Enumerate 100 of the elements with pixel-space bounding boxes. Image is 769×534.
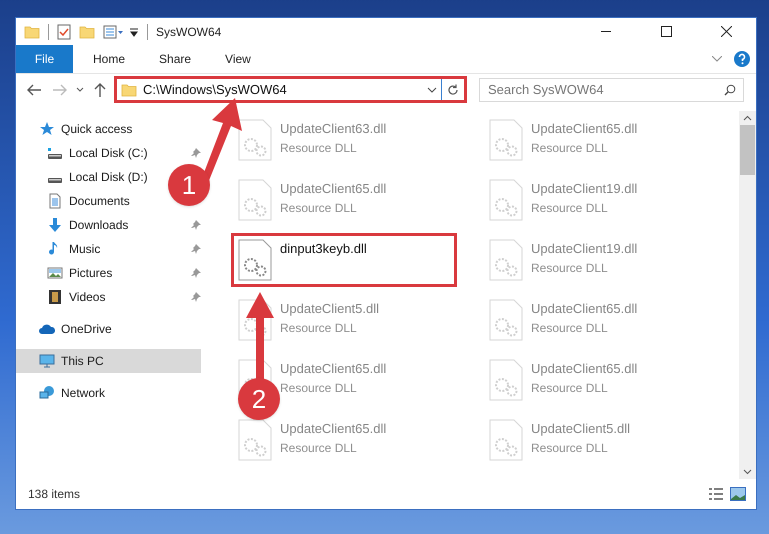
sidebar-item[interactable]: Quick access	[16, 117, 136, 141]
file-name[interactable]: UpdateClient63.dll	[280, 119, 386, 138]
large-icons-view-icon[interactable]	[730, 487, 746, 501]
pin-icon[interactable]	[191, 268, 201, 278]
address-bar[interactable]: C:\Windows\SysWOW64	[114, 76, 467, 103]
gear-file-icon	[489, 359, 523, 401]
sidebar-item[interactable]: Local Disk (C:)	[16, 141, 152, 165]
file-item[interactable]: dinput3keyb.dll	[231, 233, 457, 287]
film-strip-icon	[47, 289, 63, 305]
file-name[interactable]: UpdateClient19.dll	[531, 239, 638, 258]
help-icon[interactable]	[734, 51, 750, 67]
file-name[interactable]: UpdateClient65.dll	[280, 419, 386, 438]
minimize-icon	[601, 31, 611, 32]
search-icon[interactable]	[724, 84, 736, 96]
file-name[interactable]: UpdateClient5.dll	[280, 299, 380, 318]
file-type: Resource DLL	[531, 440, 609, 456]
close-icon	[720, 26, 732, 37]
file-type: Resource DLL	[531, 380, 609, 396]
gear-file-icon	[489, 239, 523, 281]
sidebar-item-label: OneDrive	[61, 321, 112, 338]
properties-icon[interactable]	[103, 24, 125, 40]
sidebar-item[interactable]: Documents	[16, 189, 134, 213]
network-icon	[39, 385, 55, 401]
file-name[interactable]: UpdateClient65.dll	[531, 299, 638, 318]
file-name[interactable]: dinput3keyb.dll	[280, 239, 367, 258]
caret-icon[interactable]	[427, 86, 437, 92]
file-type: Resource DLL	[531, 200, 609, 216]
refresh-icon[interactable]	[447, 84, 459, 96]
window-title: SysWOW64	[156, 24, 222, 40]
pin-icon[interactable]	[191, 220, 201, 230]
file-type: Resource DLL	[531, 320, 609, 336]
folder-icon	[121, 82, 137, 98]
search-field[interactable]: Search SysWOW64	[479, 78, 744, 102]
sidebar-item-label: Pictures	[69, 265, 112, 282]
gear-file-icon	[238, 179, 272, 221]
details-view-icon[interactable]	[708, 487, 724, 501]
file-type: Resource DLL	[531, 260, 609, 276]
file-name[interactable]: UpdateClient65.dll	[531, 359, 638, 378]
sidebar-item[interactable]: Music	[16, 237, 104, 261]
maximize-icon	[660, 26, 672, 37]
gear-file-icon	[238, 239, 272, 281]
file-type: Resource DLL	[280, 440, 358, 456]
sidebar-item-label: Documents	[69, 193, 130, 210]
sidebar-item-label: Network	[61, 385, 106, 402]
drive-icon	[48, 178, 62, 182]
caret-icon[interactable]	[129, 26, 139, 36]
up-arrow-icon[interactable]	[92, 82, 108, 98]
file-name[interactable]: UpdateClient65.dll	[531, 119, 638, 138]
chevron-icon[interactable]	[712, 56, 722, 62]
gear-file-icon	[489, 179, 523, 221]
checklist-icon[interactable]	[57, 24, 71, 40]
sidebar-item[interactable]: OneDrive	[16, 317, 116, 341]
ribbon-tab[interactable]: Share	[145, 45, 206, 73]
scroll-down-icon[interactable]	[743, 469, 752, 475]
file-type: Resource DLL	[531, 140, 609, 156]
back-arrow-icon[interactable]	[26, 82, 42, 98]
sidebar-item-label: Local Disk (C:)	[69, 145, 148, 162]
download-arrow-icon	[47, 217, 63, 233]
sidebar-item-label: Music	[69, 241, 100, 258]
address-path: C:\Windows\SysWOW64	[143, 80, 288, 99]
file-type: Resource DLL	[280, 200, 358, 216]
scrollbar[interactable]	[739, 111, 756, 479]
drive-icon	[48, 148, 62, 158]
sidebar-item-label: This PC	[61, 353, 104, 370]
sidebar-item[interactable]: Local Disk (D:)	[16, 165, 152, 189]
gear-file-icon	[489, 419, 523, 461]
picture-icon	[47, 265, 63, 281]
file-type: Resource DLL	[280, 320, 358, 336]
pin-icon[interactable]	[191, 292, 201, 302]
sidebar-item-label: Local Disk (D:)	[69, 169, 148, 186]
sidebar-item[interactable]: This PC	[16, 349, 201, 373]
document-icon	[47, 193, 63, 209]
folder-icon	[24, 24, 40, 40]
pin-icon[interactable]	[191, 244, 201, 254]
gear-file-icon	[489, 119, 523, 161]
sidebar-item[interactable]: Network	[16, 381, 110, 405]
gear-file-icon	[238, 419, 272, 461]
star-icon	[39, 121, 55, 137]
ribbon-tab[interactable]: File	[16, 45, 73, 73]
ribbon-tab[interactable]: View	[211, 45, 265, 73]
file-name[interactable]: UpdateClient19.dll	[531, 179, 638, 198]
ribbon-tab[interactable]: Home	[79, 45, 140, 73]
scroll-up-icon[interactable]	[743, 115, 752, 121]
sidebar-item[interactable]: Videos	[16, 285, 110, 309]
file-name[interactable]: UpdateClient5.dll	[531, 419, 630, 438]
file-name[interactable]: UpdateClient65.dll	[280, 359, 386, 378]
sidebar-item-label: Quick access	[61, 121, 132, 138]
sidebar-item[interactable]: Pictures	[16, 261, 116, 285]
gear-file-icon	[489, 299, 523, 341]
sidebar-item-label: Downloads	[69, 217, 128, 234]
sidebar-item[interactable]: Downloads	[16, 213, 132, 237]
gear-file-icon	[238, 119, 272, 161]
new-folder-icon	[79, 24, 95, 40]
item-count: 138 items	[28, 486, 80, 503]
file-type: Resource DLL	[280, 380, 358, 396]
pin-icon[interactable]	[191, 148, 201, 158]
scrollbar-thumb[interactable]	[740, 125, 755, 175]
file-name[interactable]: UpdateClient65.dll	[280, 179, 386, 198]
file-type: Resource DLL	[280, 140, 358, 156]
caret-icon[interactable]	[76, 86, 84, 92]
